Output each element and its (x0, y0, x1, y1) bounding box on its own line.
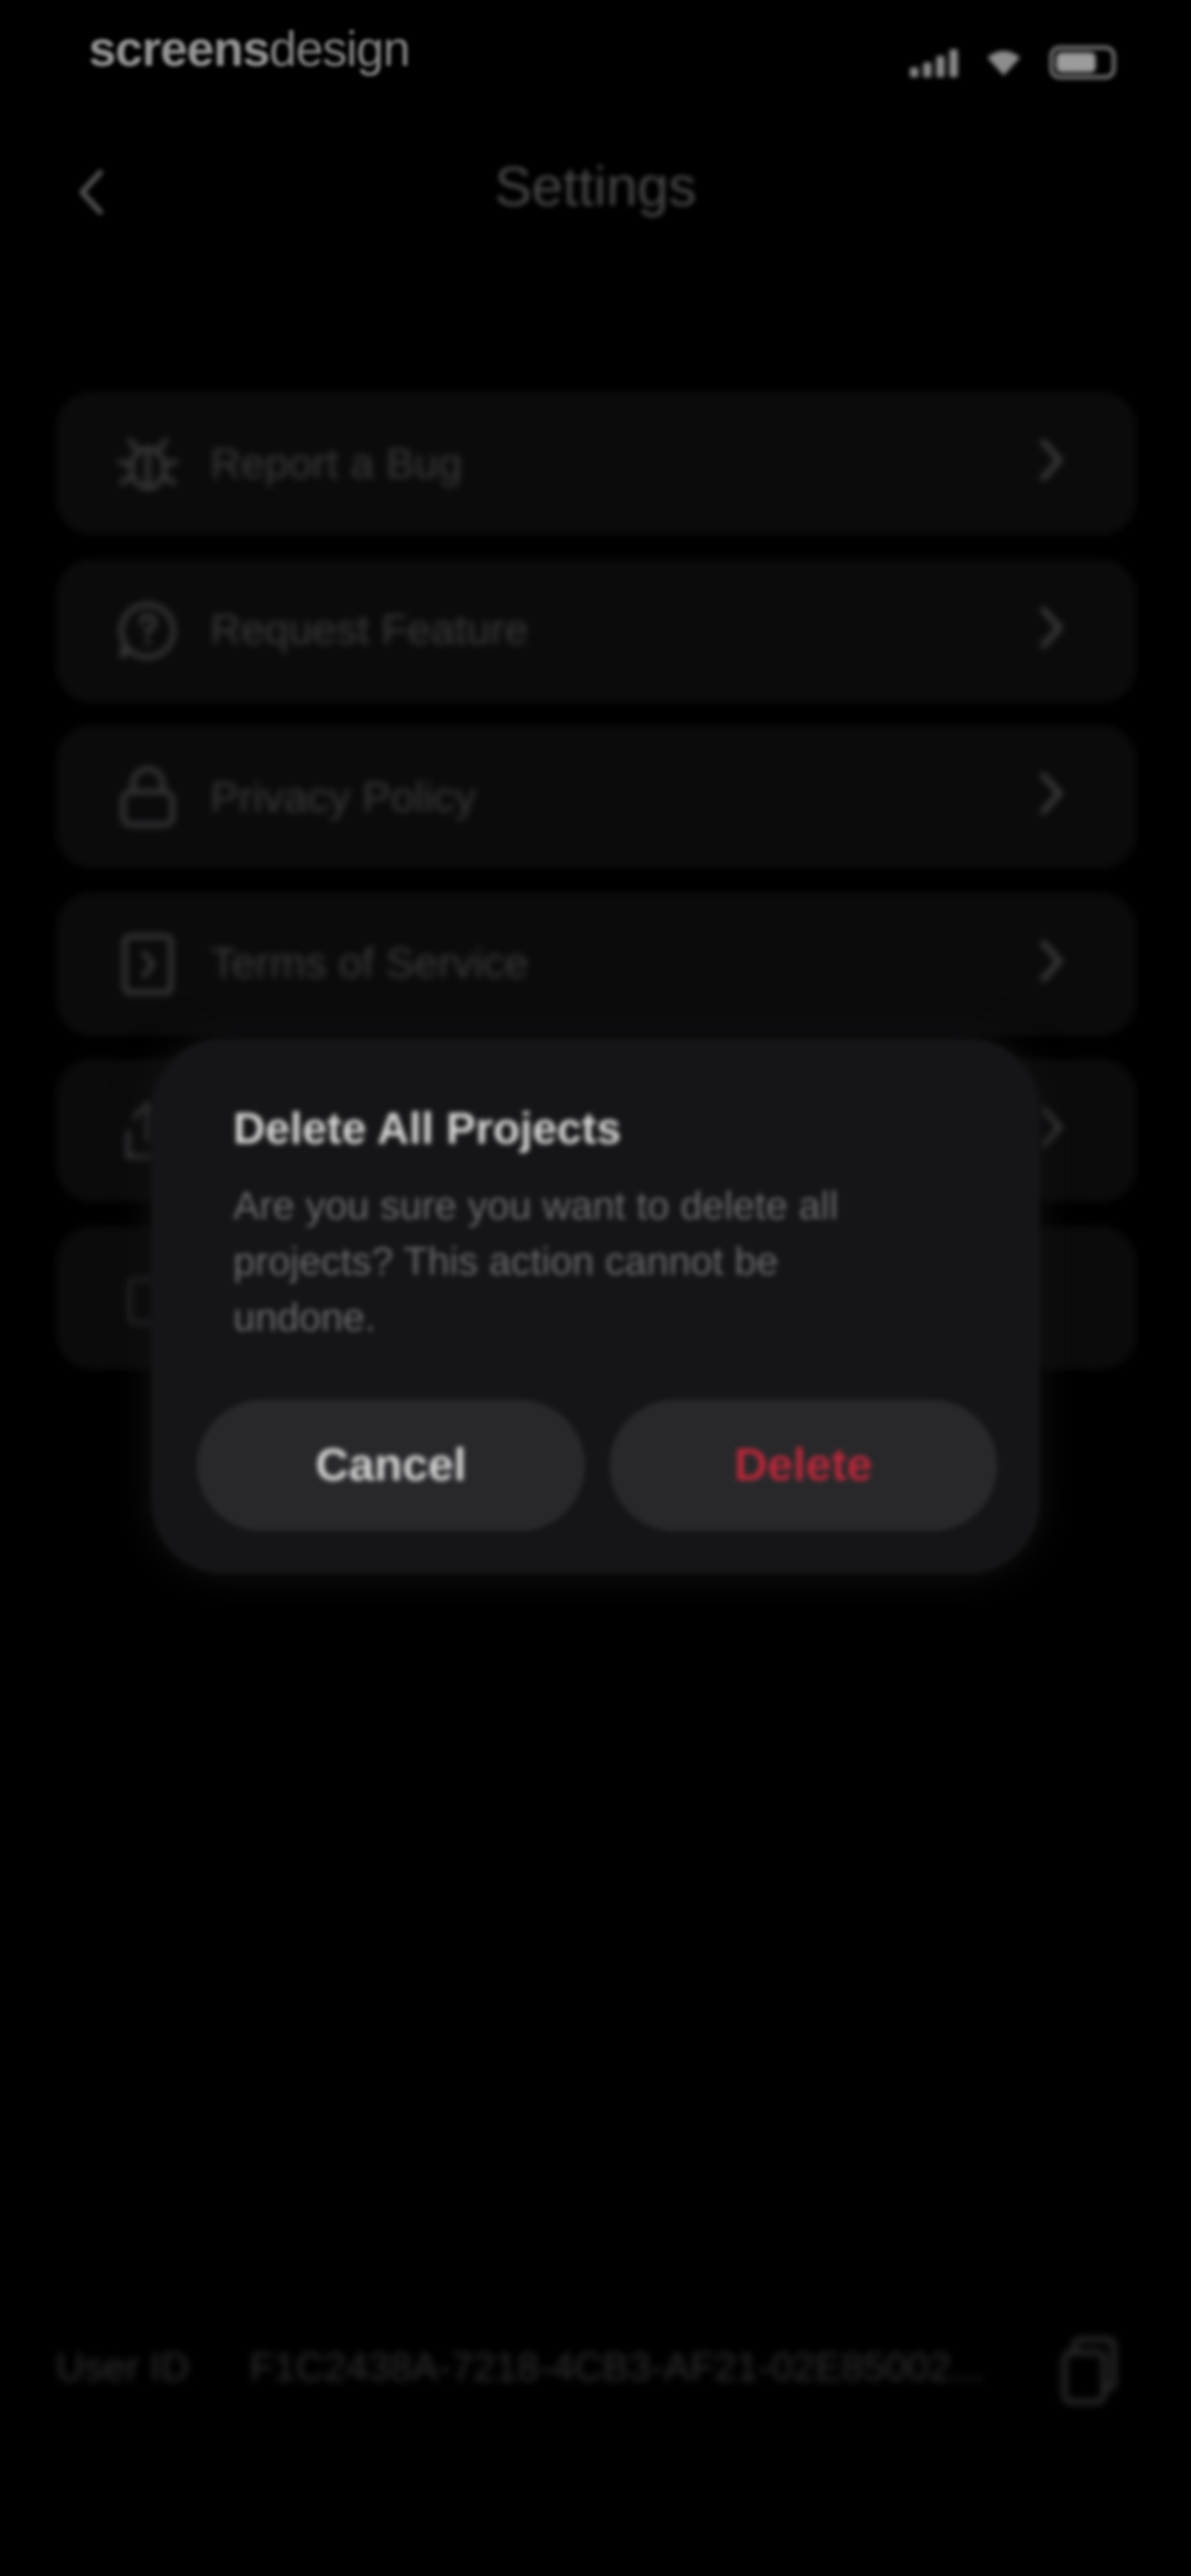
delete-button[interactable]: Delete (609, 1399, 997, 1531)
user-id-row: User ID F1C2438A-7218-4CB3-AF21-02E85002… (56, 2333, 1140, 2415)
user-id-value: F1C2438A-7218-4CB3-AF21-02E85002... (249, 2346, 984, 2391)
user-id-label: User ID (56, 2346, 190, 2391)
cancel-button[interactable]: Cancel (197, 1399, 585, 1531)
delete-confirmation-dialog: Delete All Projects Are you sure you wan… (151, 1038, 1040, 1574)
copy-user-id-button[interactable] (1058, 2333, 1130, 2412)
dialog-title: Delete All Projects (233, 1104, 621, 1153)
copy-icon (1062, 2337, 1117, 2404)
dialog-message: Are you sure you want to delete all proj… (233, 1184, 839, 1341)
